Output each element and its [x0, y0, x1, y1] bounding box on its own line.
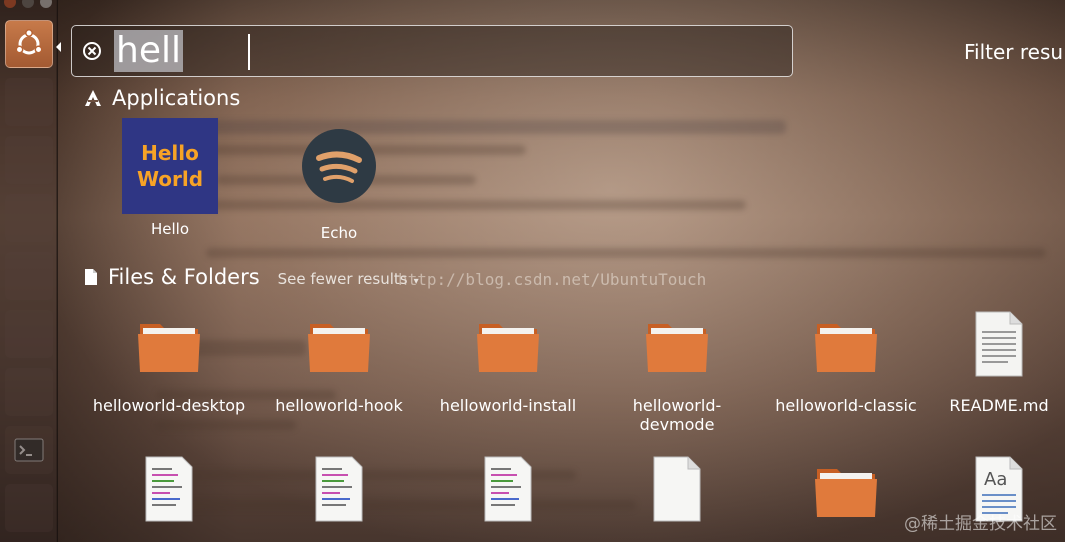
search-bar[interactable]: hell — [71, 25, 793, 77]
applications-header-label: Applications — [112, 86, 241, 110]
folder-icon — [815, 324, 877, 372]
launcher-item-4[interactable] — [5, 194, 53, 242]
search-input[interactable]: hell — [114, 30, 183, 72]
svg-text:Aa: Aa — [984, 469, 1007, 490]
folder-icon — [646, 324, 708, 372]
folder-icon — [477, 324, 539, 372]
app-hello[interactable]: Hello World Hello — [110, 118, 230, 238]
files-folders-header-label: Files & Folders — [108, 265, 260, 289]
file-label: helloworld-install — [439, 396, 577, 415]
file-icon — [85, 269, 97, 285]
code-document-icon — [145, 456, 193, 522]
ubuntu-logo-icon — [15, 29, 43, 55]
hello-icon-line2: World — [136, 167, 204, 191]
launcher-item-terminal[interactable] — [5, 426, 53, 474]
text-document-icon — [975, 311, 1023, 377]
file-item[interactable]: helloworld-desktop — [87, 310, 251, 415]
text-caret — [248, 34, 250, 70]
file-label: README.md — [949, 396, 1049, 415]
applications-header: Applications — [84, 86, 240, 110]
file-label: helloworld-hook — [275, 396, 403, 415]
files-folders-header: Files & Folders See fewer results ▾ — [84, 265, 419, 289]
launcher-active-indicator — [56, 42, 61, 52]
launcher-item-3[interactable] — [5, 136, 53, 184]
file-label: helloworld-devmode — [632, 396, 722, 434]
blank-document-icon — [653, 456, 701, 522]
spotify-style-icon — [302, 129, 376, 203]
launcher-item-5[interactable] — [5, 252, 53, 300]
applications-icon — [85, 90, 101, 106]
launcher-item-9[interactable] — [5, 484, 53, 532]
launcher-item-dash[interactable] — [5, 20, 53, 68]
code-document-icon — [484, 456, 532, 522]
file-item[interactable]: helloworld-classic — [764, 310, 928, 415]
file-item[interactable]: helloworld-hook — [257, 310, 421, 415]
file-item[interactable]: README.md — [933, 310, 1065, 415]
file-item[interactable] — [595, 455, 759, 529]
folder-icon — [138, 324, 200, 372]
launcher-item-2[interactable] — [5, 78, 53, 126]
code-document-icon — [315, 456, 363, 522]
see-fewer-label: See fewer results — [277, 270, 408, 288]
app-echo[interactable]: Echo — [279, 118, 399, 242]
file-label: helloworld-desktop — [92, 396, 246, 415]
folder-icon — [308, 324, 370, 372]
launcher-item-7[interactable] — [5, 368, 53, 416]
clear-search-icon[interactable] — [82, 41, 102, 61]
file-item[interactable]: helloworld-devmode — [595, 310, 759, 434]
file-item[interactable] — [426, 455, 590, 529]
hello-world-icon: Hello World — [122, 118, 218, 214]
app-label: Echo — [320, 224, 358, 242]
folder-icon — [815, 469, 877, 517]
corner-watermark: @稀土掘金技术社区 — [904, 514, 1057, 534]
filter-results-button[interactable]: Filter results — [964, 40, 1065, 64]
terminal-icon — [14, 438, 44, 462]
app-label: Hello — [150, 220, 190, 238]
launcher-item-6[interactable] — [5, 310, 53, 358]
file-label: helloworld-classic — [775, 396, 917, 415]
url-watermark: http://blog.csdn.net/UbuntuTouch — [398, 270, 707, 289]
file-item[interactable] — [257, 455, 421, 529]
file-item[interactable]: helloworld-install — [426, 310, 590, 415]
hello-icon-line1: Hello — [141, 141, 199, 165]
launcher — [0, 0, 61, 542]
file-item[interactable] — [87, 455, 251, 529]
